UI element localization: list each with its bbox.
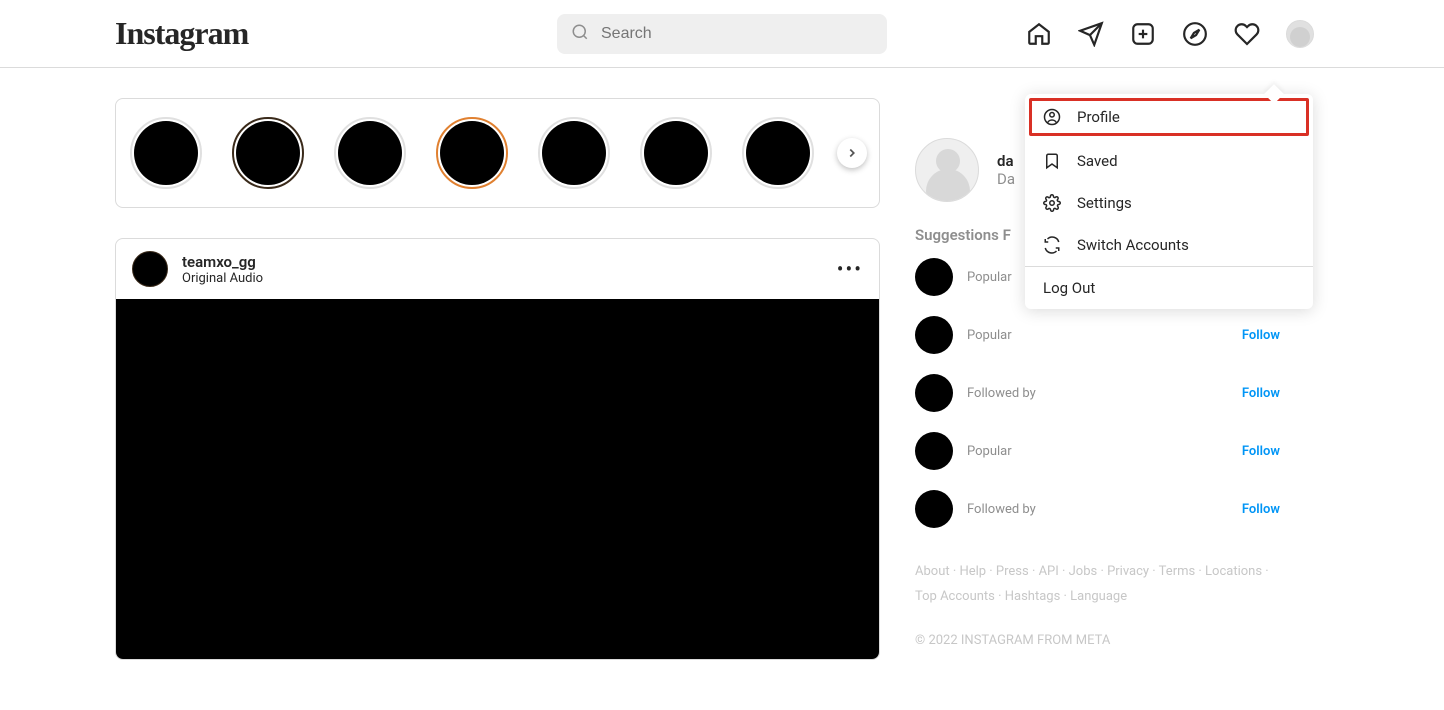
suggestion-info: Followed by (967, 502, 1242, 517)
suggestion-info: Followed by (967, 386, 1242, 401)
header-bar: Instagram (0, 0, 1444, 68)
suggestion-item: Followed by Follow (915, 374, 1280, 412)
post-avatar[interactable] (132, 251, 168, 287)
current-user-sub: Da (997, 170, 1015, 188)
dropdown-switch-accounts[interactable]: Switch Accounts (1025, 224, 1313, 266)
feed-post: teamxo_gg Original Audio ••• (115, 238, 880, 660)
switch-icon (1043, 236, 1063, 254)
dropdown-profile[interactable]: Profile (1029, 98, 1309, 136)
messages-icon[interactable] (1078, 21, 1104, 47)
dropdown-label: Profile (1077, 108, 1120, 126)
follow-button[interactable]: Follow (1242, 502, 1280, 517)
suggestion-item: Popular Follow (915, 432, 1280, 470)
profile-dropdown: Profile Saved Settings Switch Accounts (1025, 94, 1313, 309)
main-content: teamxo_gg Original Audio ••• da Da Sugge… (0, 68, 1444, 660)
suggestion-sub: Popular (967, 328, 1242, 343)
dropdown-label: Saved (1077, 152, 1118, 170)
suggestion-avatar[interactable] (915, 258, 953, 296)
follow-button[interactable]: Follow (1242, 444, 1280, 459)
follow-button[interactable]: Follow (1242, 386, 1280, 401)
suggestion-item: Followed by Follow (915, 490, 1280, 528)
dropdown-logout[interactable]: Log Out (1025, 267, 1313, 309)
suggestion-avatar[interactable] (915, 432, 953, 470)
dropdown-label: Settings (1077, 194, 1132, 212)
feed-column: teamxo_gg Original Audio ••• (115, 98, 880, 660)
profile-avatar-icon[interactable] (1286, 20, 1314, 48)
explore-icon[interactable] (1182, 21, 1208, 47)
post-media[interactable] (116, 299, 879, 659)
story-item[interactable] (436, 117, 508, 189)
dropdown-label: Log Out (1043, 279, 1095, 297)
follow-button[interactable]: Follow (1242, 328, 1280, 343)
search-input[interactable] (557, 14, 887, 54)
nav-icons (1026, 20, 1314, 48)
stories-tray (115, 98, 880, 208)
post-username[interactable]: teamxo_gg (182, 253, 837, 271)
story-item[interactable] (232, 117, 304, 189)
suggestion-info: Popular (967, 328, 1242, 343)
post-subtitle[interactable]: Original Audio (182, 271, 837, 286)
current-user-avatar[interactable] (915, 138, 979, 202)
bookmark-icon (1043, 152, 1063, 170)
footer-copyright: © 2022 INSTAGRAM FROM META (915, 633, 1280, 648)
story-item[interactable] (640, 117, 712, 189)
story-item[interactable] (742, 117, 814, 189)
current-user-info: da Da (997, 152, 1015, 188)
footer-links[interactable]: About · Help · Press · API · Jobs · Priv… (915, 560, 1280, 609)
suggestion-avatar[interactable] (915, 490, 953, 528)
home-icon[interactable] (1026, 21, 1052, 47)
story-item[interactable] (130, 117, 202, 189)
gear-icon (1043, 194, 1063, 212)
current-user-name[interactable]: da (997, 152, 1015, 170)
search-icon (571, 23, 589, 45)
suggestion-sub: Followed by (967, 386, 1242, 401)
profile-icon (1043, 108, 1063, 126)
suggestion-item: Popular Follow (915, 316, 1280, 354)
new-post-icon[interactable] (1130, 21, 1156, 47)
story-item[interactable] (334, 117, 406, 189)
dropdown-label: Switch Accounts (1077, 236, 1189, 254)
post-user-info: teamxo_gg Original Audio (182, 253, 837, 286)
stories-next-button[interactable] (837, 138, 867, 168)
post-more-icon[interactable]: ••• (837, 257, 863, 281)
suggestion-sub: Popular (967, 444, 1242, 459)
story-item[interactable] (538, 117, 610, 189)
sidebar-column: da Da Suggestions F Popular Popular Foll… (915, 98, 1280, 660)
activity-icon[interactable] (1234, 21, 1260, 47)
post-header: teamxo_gg Original Audio ••• (116, 239, 879, 299)
dropdown-settings[interactable]: Settings (1025, 182, 1313, 224)
suggestion-sub: Followed by (967, 502, 1242, 517)
dropdown-saved[interactable]: Saved (1025, 140, 1313, 182)
search-wrap (557, 14, 887, 54)
suggestion-avatar[interactable] (915, 316, 953, 354)
suggestion-avatar[interactable] (915, 374, 953, 412)
instagram-logo[interactable]: Instagram (115, 15, 248, 52)
suggestion-info: Popular (967, 444, 1242, 459)
